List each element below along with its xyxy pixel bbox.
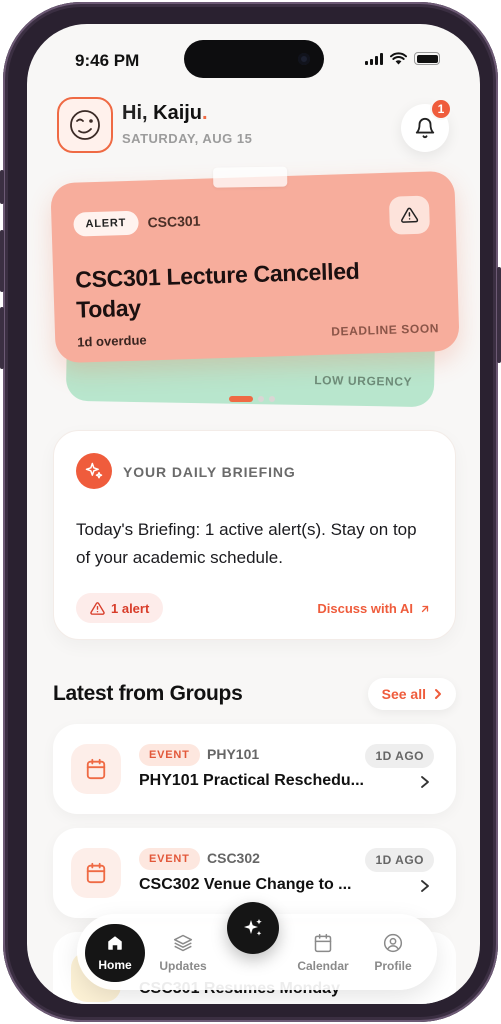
urgency-label: LOW URGENCY — [314, 373, 413, 389]
sparkles-icon — [85, 462, 103, 479]
event-tag: EVENT — [139, 744, 200, 766]
warning-icon — [90, 601, 105, 615]
see-all-label: See all — [381, 686, 426, 702]
volume-down-button — [0, 307, 4, 369]
battery-icon — [414, 52, 440, 65]
chevron-right-icon — [421, 776, 429, 788]
calendar-icon — [86, 862, 106, 884]
calendar-badge — [71, 744, 121, 794]
chevron-right-icon — [421, 880, 429, 892]
item-course: PHY101 — [207, 746, 260, 762]
greeting: Hi, Kaiju. — [122, 102, 208, 125]
carousel-indicator[interactable] — [229, 396, 275, 402]
section-title: Latest from Groups — [53, 682, 243, 705]
current-date: SATURDAY, AUG 15 — [122, 131, 253, 146]
wifi-icon — [390, 52, 407, 65]
nav-item-updates[interactable]: Updates — [153, 924, 213, 982]
alert-count-chip[interactable]: 1 alert — [76, 593, 164, 623]
carousel-dot[interactable] — [269, 396, 275, 402]
briefing-heading: YOUR DAILY BRIEFING — [123, 464, 296, 480]
nav-item-calendar[interactable]: Calendar — [293, 924, 353, 982]
see-all-button[interactable]: See all — [367, 678, 456, 710]
warning-button[interactable] — [388, 195, 431, 235]
status-bar: 9:46 PM — [27, 24, 480, 88]
carousel-dot[interactable] — [258, 396, 264, 402]
warning-icon — [401, 207, 419, 223]
user-name: Kaiju — [153, 102, 203, 124]
chevron-right-icon — [435, 689, 441, 699]
ai-assistant-button[interactable] — [227, 902, 279, 954]
calendar-icon — [86, 758, 106, 780]
carousel-dot-active[interactable] — [229, 396, 253, 402]
profile-icon — [383, 933, 403, 953]
discuss-label: Discuss with AI — [317, 601, 413, 616]
deadline-label: DEADLINE SOON — [331, 321, 440, 339]
nav-label: Updates — [159, 959, 207, 973]
nav-label: Home — [98, 958, 132, 972]
list-item[interactable]: EVENT PHY101 1D AGO PHY101 Practical Res… — [53, 724, 456, 814]
discuss-with-ai-link[interactable]: Discuss with AI — [317, 601, 431, 616]
time-ago-badge: 1D AGO — [365, 848, 434, 872]
cellular-signal-icon — [365, 52, 383, 65]
calendar-badge — [71, 848, 121, 898]
sparkle-badge — [76, 453, 112, 489]
camera-icon — [298, 53, 310, 65]
home-icon — [108, 936, 122, 950]
sparkles-icon — [244, 919, 262, 936]
nav-label: Calendar — [297, 959, 349, 973]
greeting-prefix: Hi, — [122, 102, 154, 124]
nav-item-home[interactable]: Home — [85, 924, 145, 982]
layers-icon — [173, 934, 193, 952]
event-tag: EVENT — [139, 848, 200, 870]
volume-up-button — [0, 230, 4, 292]
time-ago-badge: 1D AGO — [365, 744, 434, 768]
briefing-text: Today's Briefing: 1 active alert(s). Sta… — [76, 520, 417, 567]
arrow-up-right-icon — [421, 605, 429, 612]
avatar[interactable] — [57, 97, 113, 153]
wink-face-icon — [70, 110, 100, 140]
alert-count-label: 1 alert — [111, 600, 150, 616]
overdue-label: 1d overdue — [77, 332, 147, 350]
alert-tag: ALERT — [73, 210, 139, 237]
bell-icon — [415, 118, 435, 139]
alert-course: CSC301 — [147, 212, 201, 231]
tape-decoration — [213, 166, 288, 188]
nav-item-profile[interactable]: Profile — [363, 924, 423, 982]
mute-switch — [0, 170, 4, 204]
item-course: CSC302 — [207, 850, 260, 866]
alert-title: CSC301 Lecture Cancelled Today — [74, 257, 360, 323]
app-screen: 9:46 PM Hi, Kaiju. SATURDAY, AUG 15 1 LO… — [27, 24, 480, 1004]
greeting-dot: . — [202, 102, 208, 124]
notification-badge: 1 — [430, 98, 452, 120]
nav-label: Profile — [374, 959, 412, 973]
item-title: PHY101 Practical Reschedu... — [139, 772, 364, 789]
power-button — [497, 267, 501, 363]
daily-briefing-card: YOUR DAILY BRIEFING Today's Briefing: 1 … — [53, 430, 456, 640]
item-title: CSC302 Venue Change to ... — [139, 876, 352, 893]
system-icons — [365, 52, 440, 65]
status-time: 9:46 PM — [75, 51, 140, 70]
calendar-icon — [314, 933, 332, 953]
alert-card[interactable]: ALERT CSC301 CSC301 Lecture Cancelled To… — [50, 166, 460, 364]
phone-frame: 9:46 PM Hi, Kaiju. SATURDAY, AUG 15 1 LO… — [0, 2, 501, 1022]
dynamic-island — [184, 40, 324, 78]
